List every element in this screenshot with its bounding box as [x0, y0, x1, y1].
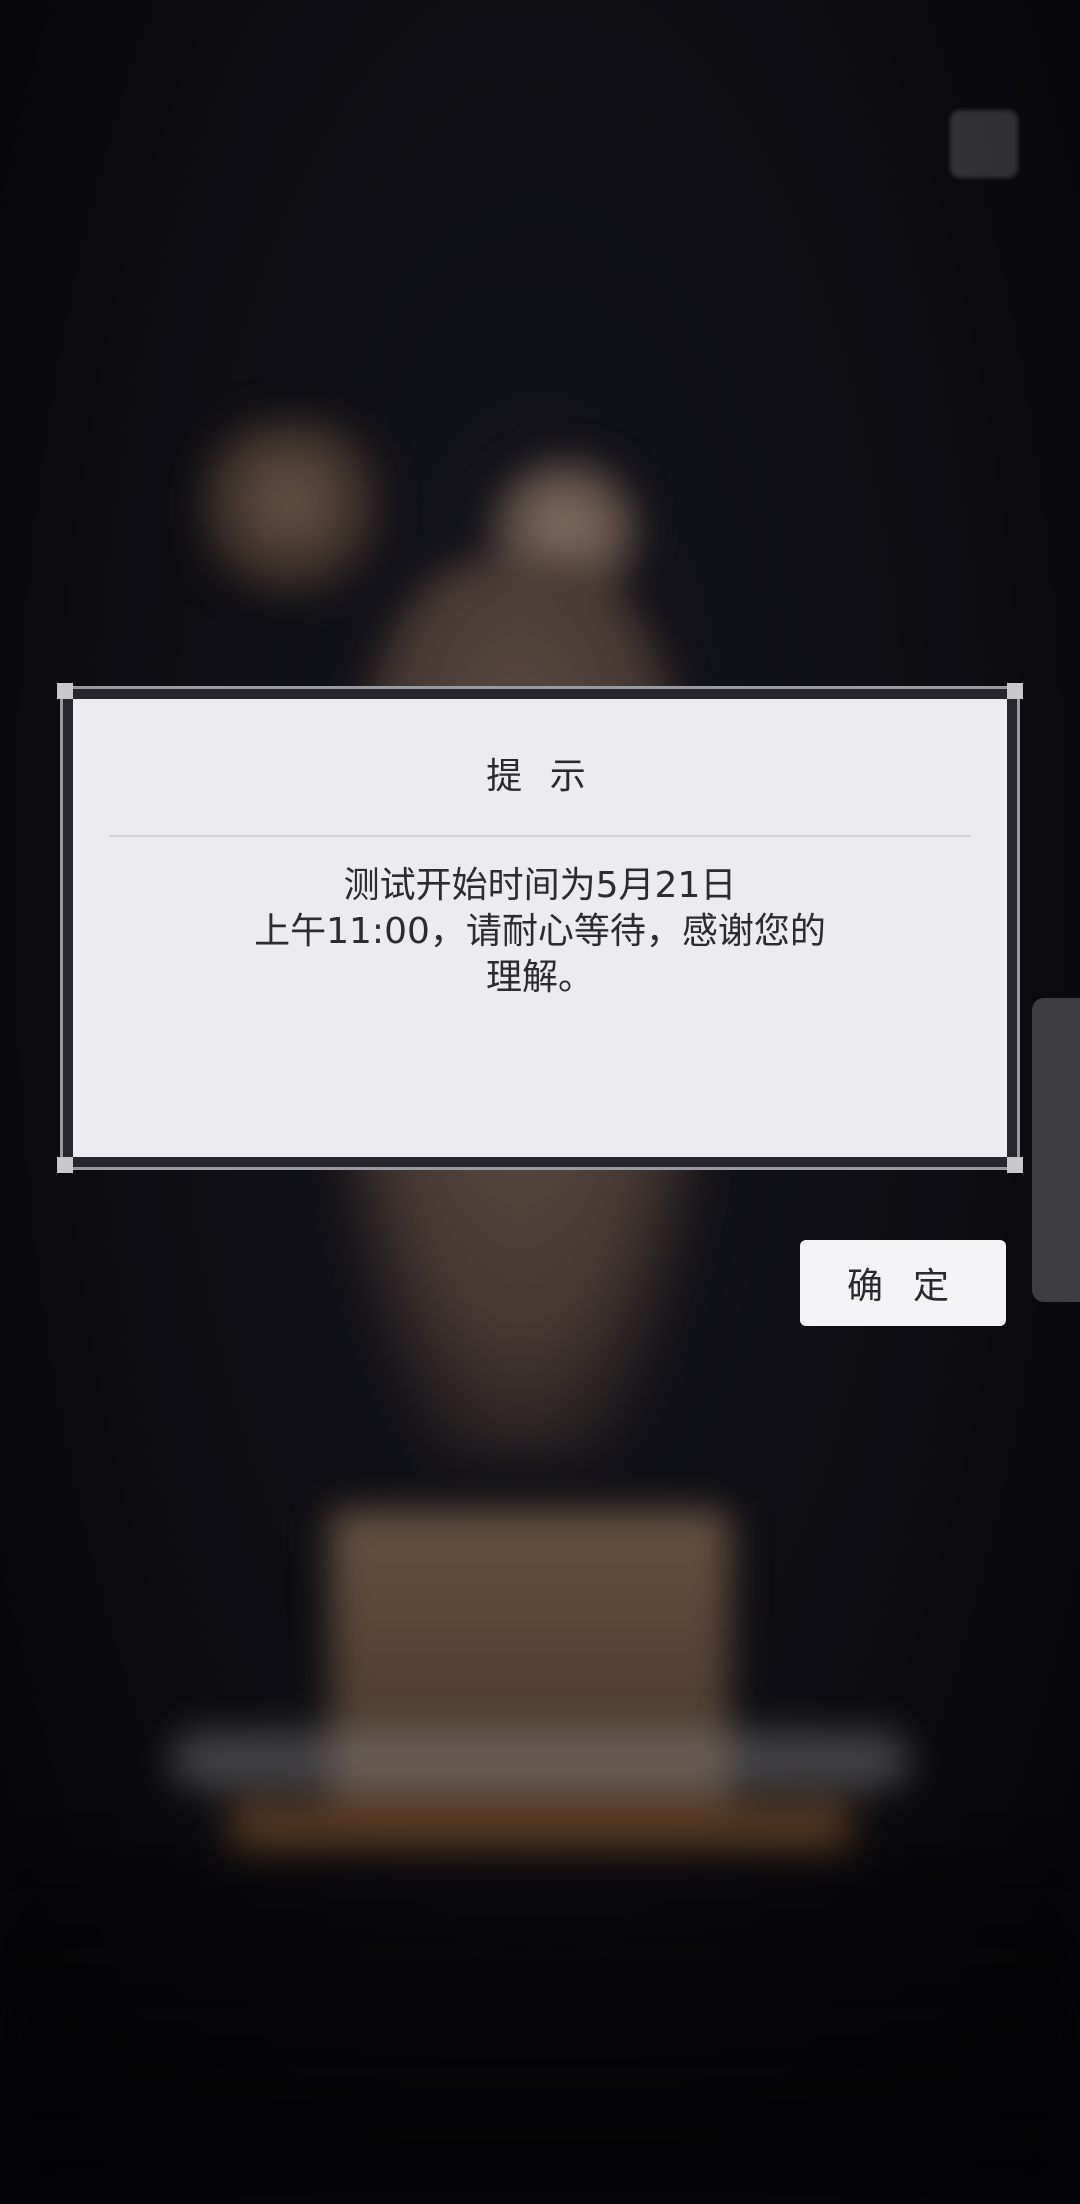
frame-corner — [1007, 683, 1023, 699]
dialog-message-line: 测试开始时间为5月21日 — [343, 865, 737, 906]
dialog-title: 提 示 — [486, 756, 594, 797]
dialog-message-line: 上午11:00，请耐心等待，感谢您的 — [254, 911, 826, 952]
notice-dialog: 提 示 测试开始时间为5月21日 上午11:00，请耐心等待，感谢您的 理解。 — [73, 699, 1007, 1157]
dialog-frame: 提 示 测试开始时间为5月21日 上午11:00，请耐心等待，感谢您的 理解。 — [57, 683, 1023, 1173]
game-screen: 提 示 测试开始时间为5月21日 上午11:00，请耐心等待，感谢您的 理解。 … — [0, 0, 1080, 2204]
dialog-message-line: 理解。 — [485, 957, 594, 998]
dialog-divider — [109, 835, 971, 837]
confirm-button[interactable]: 确 定 — [800, 1240, 1006, 1326]
frame-corner — [1007, 1157, 1023, 1173]
notice-icon — [950, 110, 1018, 178]
frame-corner — [57, 1157, 73, 1173]
notice-button[interactable] — [924, 110, 1044, 250]
dialog-message: 测试开始时间为5月21日 上午11:00，请耐心等待，感谢您的 理解。 — [230, 863, 850, 1001]
frame-corner — [57, 683, 73, 699]
side-pull-tab[interactable] — [1032, 998, 1080, 1302]
